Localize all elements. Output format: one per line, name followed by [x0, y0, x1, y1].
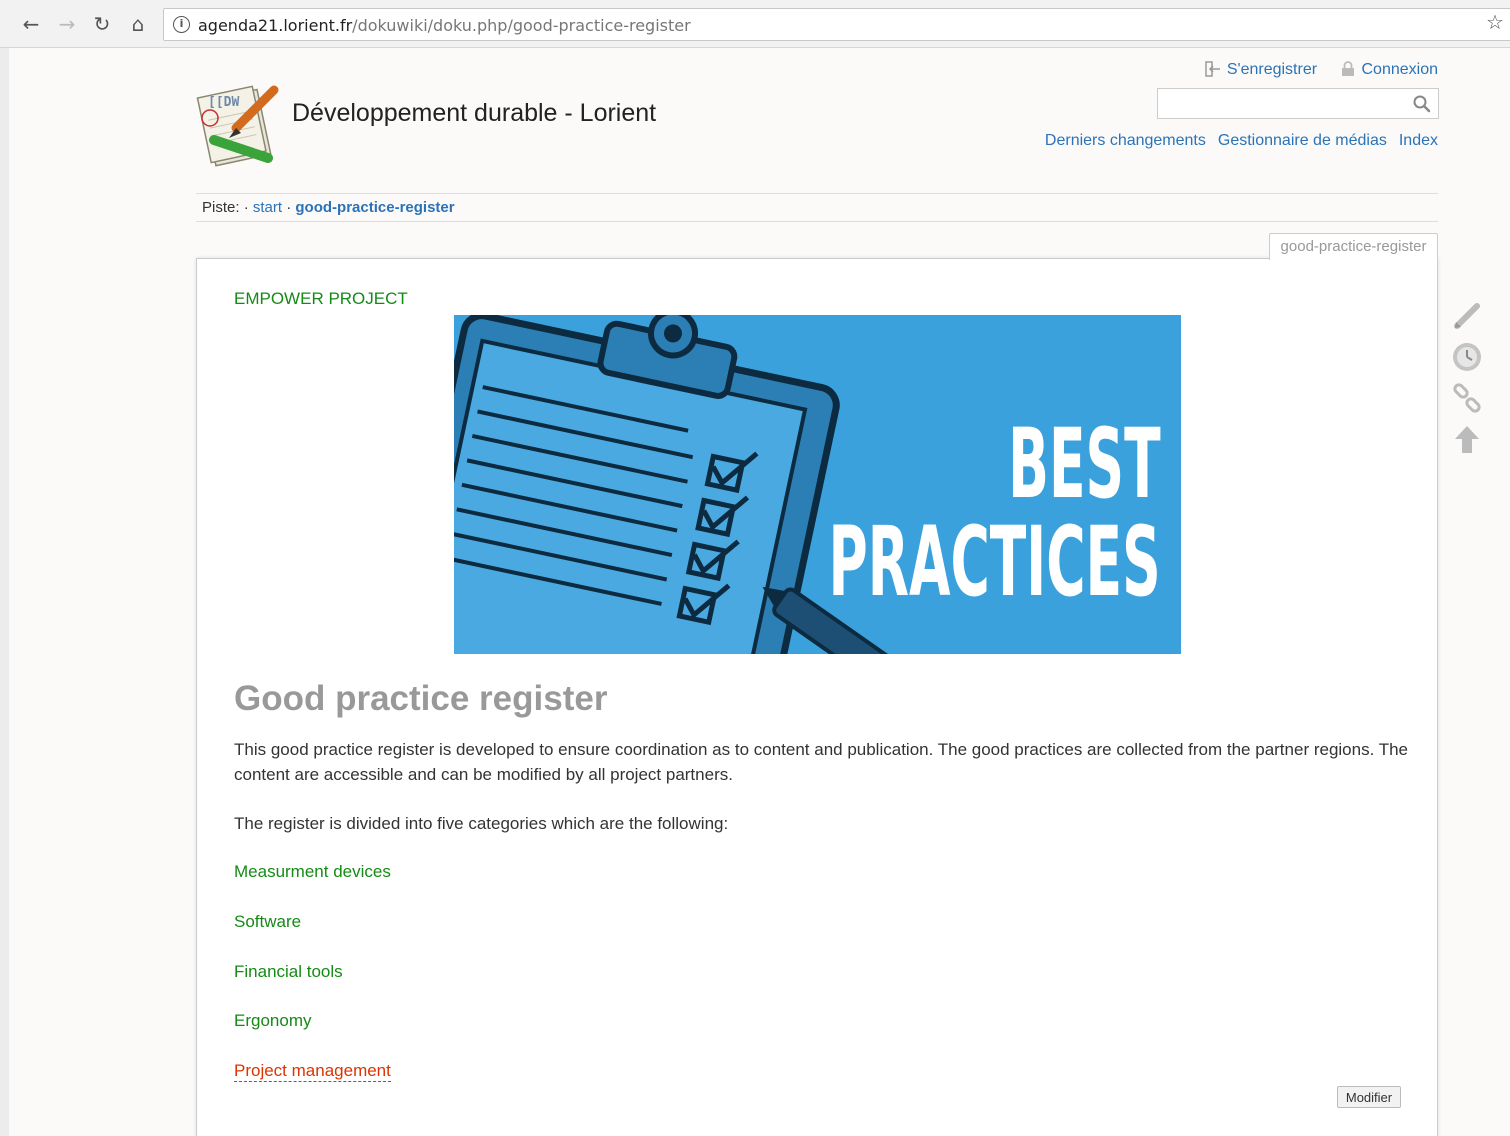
breadcrumb-start-link[interactable]: start	[253, 199, 282, 216]
search-input[interactable]	[1157, 88, 1439, 119]
browser-toolbar: ← → ↻ ⌂ i agenda21.lorient.fr/dokuwiki/d…	[0, 0, 1510, 48]
arrow-up-top-icon[interactable]	[1451, 423, 1483, 455]
user-tools: S'enregistrer Connexion	[1205, 61, 1438, 79]
page-id-tab: good-practice-register	[1269, 233, 1438, 260]
intro-paragraph: This good practice register is developed…	[234, 740, 1409, 784]
home-icon[interactable]: ⌂	[125, 10, 151, 38]
category-link-measurment-devices[interactable]: Measurment devices	[234, 862, 391, 882]
lock-icon	[1340, 61, 1356, 77]
register-icon	[1205, 61, 1221, 77]
forward-arrow-icon[interactable]: →	[54, 10, 80, 38]
category-link-project-management[interactable]: Project management	[234, 1061, 391, 1082]
url-path: /dokuwiki/doku.php/good-practice-registe…	[352, 16, 691, 35]
banner-text: BEST PRACTICES	[625, 415, 1161, 611]
window-edge	[0, 48, 9, 1136]
back-arrow-icon[interactable]: ←	[18, 10, 44, 38]
best-practices-banner-image[interactable]: BEST PRACTICES	[454, 315, 1181, 654]
recent-changes-link[interactable]: Derniers changements	[1045, 132, 1206, 149]
banner-line-2: PRACTICES	[828, 506, 1161, 618]
edit-button[interactable]: Modifier	[1337, 1086, 1401, 1108]
pencil-edit-icon[interactable]	[1451, 300, 1483, 332]
bookmark-star-icon[interactable]: ☆	[1486, 10, 1510, 34]
address-bar[interactable]: i agenda21.lorient.fr/dokuwiki/doku.php/…	[163, 8, 1510, 41]
link-backlinks-icon[interactable]	[1451, 382, 1483, 414]
category-link-financial-tools[interactable]: Financial tools	[234, 962, 343, 982]
logo-text: [[DW	[208, 95, 239, 110]
breadcrumb-current-link[interactable]: good-practice-register	[295, 199, 454, 216]
dokuwiki-logo[interactable]: [[DW	[196, 82, 282, 168]
index-link[interactable]: Index	[1399, 132, 1438, 149]
site-title[interactable]: Développement durable - Lorient	[292, 99, 656, 128]
page-heading: Good practice register	[234, 679, 608, 718]
media-manager-link[interactable]: Gestionnaire de médias	[1218, 132, 1387, 149]
clock-revisions-icon[interactable]	[1451, 341, 1483, 373]
breadcrumb: Piste: · start · good-practice-register	[196, 193, 1438, 222]
register-link[interactable]: S'enregistrer	[1227, 61, 1317, 78]
site-tools: Derniers changements Gestionnaire de médi…	[1033, 132, 1438, 150]
category-link-ergonomy[interactable]: Ergonomy	[234, 1011, 311, 1031]
reload-icon[interactable]: ↻	[89, 10, 115, 38]
login-link[interactable]: Connexion	[1362, 61, 1439, 78]
empower-project-link[interactable]: EMPOWER PROJECT	[234, 289, 408, 309]
info-icon[interactable]: i	[173, 16, 190, 33]
breadcrumb-label: Piste:	[202, 199, 240, 216]
breadcrumb-separator: ·	[243, 199, 249, 216]
category-link-software[interactable]: Software	[234, 912, 301, 932]
categories-intro: The register is divided into five catego…	[234, 814, 729, 833]
page-content: EMPOWER PROJECT BEST PRACTICES Good prac…	[196, 258, 1438, 1136]
search-icon[interactable]	[1412, 94, 1432, 114]
banner-line-1: BEST	[1008, 408, 1161, 520]
breadcrumb-separator: ·	[286, 199, 292, 216]
url-text[interactable]: agenda21.lorient.fr/dokuwiki/doku.php/go…	[198, 16, 691, 35]
url-host: agenda21.lorient.fr	[198, 16, 353, 35]
